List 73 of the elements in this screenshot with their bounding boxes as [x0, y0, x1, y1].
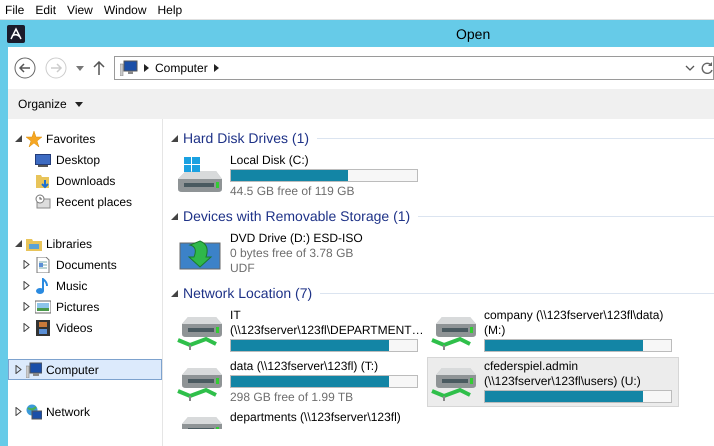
- music-note-icon: [35, 278, 51, 294]
- drive-detail: 298 GB free of 1.99 TB: [230, 390, 354, 405]
- chevron-right-icon: [214, 64, 219, 72]
- collapsed-arrow-icon: [15, 365, 22, 374]
- tree-item[interactable]: Music: [8, 275, 162, 296]
- tree-item[interactable]: Documents: [8, 254, 162, 275]
- network-icon: [26, 404, 42, 420]
- desktop-icon: [35, 152, 51, 168]
- drive-tile[interactable]: company (\\123fserver\123fl\data) (M:): [427, 306, 679, 356]
- drive-name: (\\123fserver\123fl\users) (U:): [484, 374, 642, 389]
- drive-name: Local Disk (C:): [230, 153, 310, 168]
- tree-item[interactable]: Recent places: [8, 191, 162, 212]
- drive-name: data (\\123fserver\123fl) (T:): [230, 359, 380, 374]
- collapsed-arrow-icon: [23, 281, 30, 290]
- breadcrumb[interactable]: Computer: [155, 61, 208, 75]
- tree-item[interactable]: Videos: [8, 317, 162, 338]
- collapsed-arrow-icon: [23, 323, 30, 332]
- caret-icon: [76, 66, 84, 70]
- forward-icon: [45, 57, 67, 79]
- menu-item[interactable]: Window: [98, 2, 153, 16]
- group-header[interactable]: Hard Disk Drives (1): [183, 130, 310, 146]
- tree-item[interactable]: Libraries: [8, 233, 162, 254]
- drive-detail: UDF: [230, 261, 256, 276]
- caret-icon: [74, 102, 83, 106]
- group-header[interactable]: Network Location (7): [183, 285, 312, 301]
- address-bar[interactable]: Computer: [114, 56, 714, 80]
- picture-icon: [35, 298, 51, 314]
- tree-item[interactable]: Desktop: [8, 149, 162, 170]
- document-icon: [35, 256, 51, 272]
- drive-name: DVD Drive (D:) ESD-ISO: [230, 231, 364, 246]
- back-icon: [14, 57, 36, 79]
- tree-item[interactable]: Pictures: [8, 296, 162, 317]
- computer-icon: [26, 362, 42, 378]
- expanded-arrow-icon: [15, 240, 22, 247]
- menu-item[interactable]: File: [0, 2, 30, 16]
- drive-name: cfederspiel.admin: [484, 359, 580, 374]
- collapsed-arrow-icon: [23, 302, 30, 311]
- menu-item[interactable]: View: [62, 2, 99, 16]
- drive-name: departments (\\123fserver\123fl): [230, 410, 402, 425]
- expanded-arrow-icon: [15, 135, 22, 142]
- computer-icon: [120, 60, 138, 76]
- menu-item[interactable]: Edit: [30, 2, 62, 16]
- drive-detail: 0 bytes free of 3.78 GB: [230, 246, 354, 261]
- dropdown-icon: [685, 65, 695, 71]
- drive-tile[interactable]: data (\\123fserver\123fl) (T:) 298 GB free of 1.99 TB: [173, 357, 425, 407]
- folder-download-icon: [35, 172, 51, 188]
- app-logo-icon: [7, 24, 25, 42]
- drive-tile[interactable]: cfederspiel.admin (\\123fserver\123fl\users) (U:): [427, 357, 679, 407]
- star-icon: [26, 130, 42, 146]
- collapsed-arrow-icon: [23, 260, 30, 269]
- tree-item[interactable]: Network: [8, 401, 162, 422]
- collapsed-arrow-icon: [15, 407, 22, 416]
- recent-places-icon: [35, 194, 51, 210]
- drive-tile[interactable]: departments (\\123fserver\123fl): [173, 408, 425, 430]
- film-strip-icon: [35, 320, 51, 336]
- group-header[interactable]: Devices with Removable Storage (1): [183, 208, 410, 224]
- drive-name: (M:): [484, 323, 506, 338]
- drive-tile[interactable]: DVD Drive (D:) ESD-ISO 0 bytes free of 3.78 GB UDF: [173, 229, 425, 278]
- tree-item[interactable]: Downloads: [8, 170, 162, 191]
- refresh-icon: [701, 62, 713, 74]
- up-arrow-icon: [93, 61, 105, 75]
- tree-item[interactable]: Favorites: [8, 128, 162, 149]
- drive-name: IT: [230, 308, 242, 323]
- organize-button[interactable]: Organize: [12, 93, 89, 115]
- window-title: Open: [456, 26, 490, 42]
- drive-detail: 44.5 GB free of 119 GB: [230, 184, 356, 199]
- drive-tile[interactable]: IT (\\123fserver\123fl\DEPARTMENT…: [173, 306, 425, 356]
- chevron-right-icon: [144, 64, 149, 72]
- drive-name: (\\123fserver\123fl\DEPARTMENT…: [230, 323, 424, 338]
- tree-item[interactable]: Computer: [8, 359, 162, 380]
- drive-name: company (\\123fserver\123fl\data): [484, 308, 664, 323]
- drive-tile[interactable]: Local Disk (C:) 44.5 GB free of 119 GB: [173, 151, 425, 201]
- menu-item[interactable]: Help: [152, 2, 188, 16]
